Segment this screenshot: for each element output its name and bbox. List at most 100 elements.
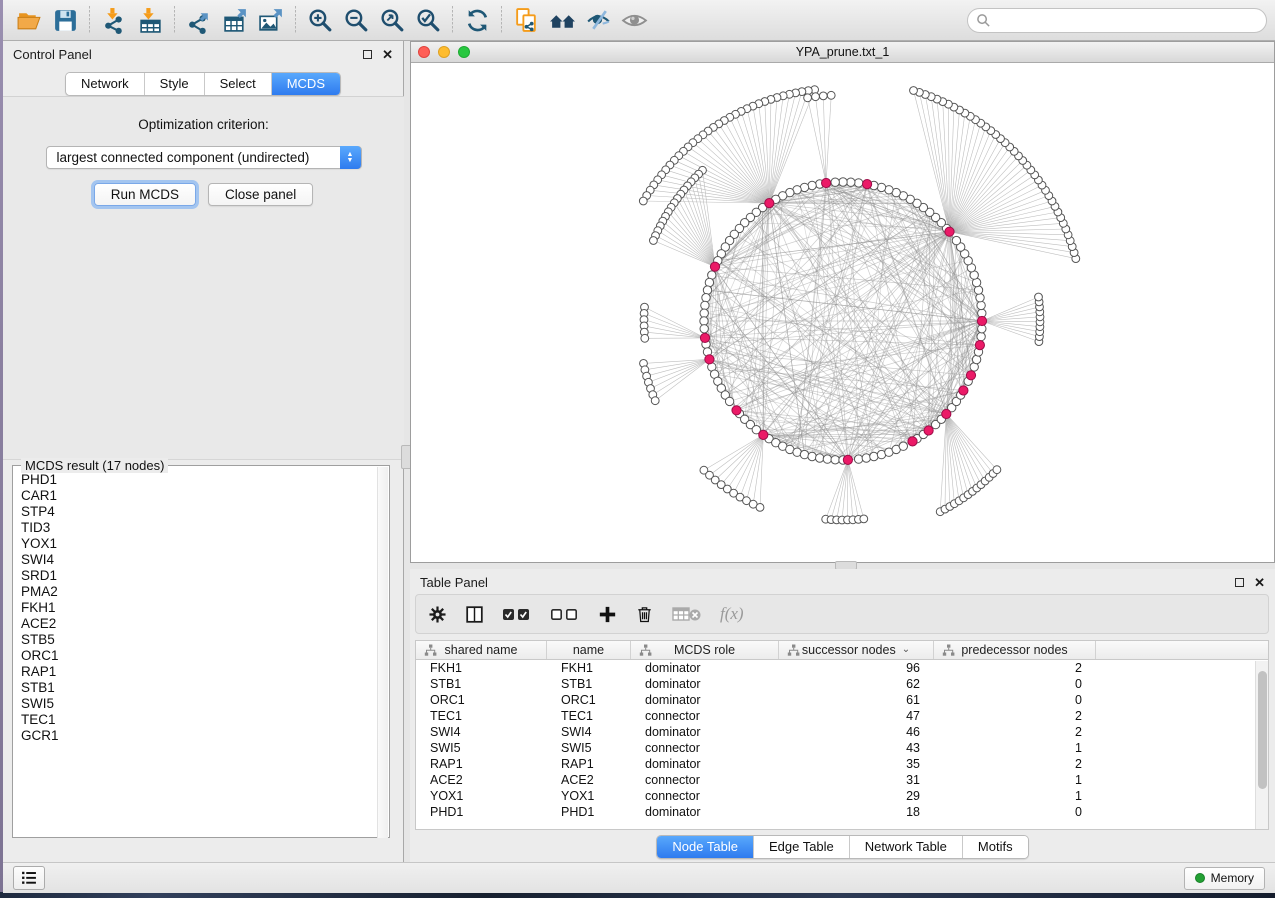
zoom-in-icon[interactable] — [302, 3, 338, 37]
mcds-list-scrollbar[interactable] — [377, 467, 388, 838]
select-all-icon[interactable] — [502, 606, 532, 622]
mcds-node[interactable] — [942, 409, 951, 418]
table-row[interactable]: SWI5SWI5connector431 — [416, 740, 1268, 756]
network-node[interactable] — [816, 454, 824, 462]
network-node[interactable] — [831, 178, 839, 186]
mcds-result-item[interactable]: GCR1 — [21, 728, 389, 744]
network-window-titlebar[interactable]: YPA_prune.txt_1 — [411, 42, 1274, 63]
network-node[interactable] — [1035, 293, 1043, 301]
column-header-predecessor-nodes[interactable]: predecessor nodes — [934, 641, 1096, 659]
network-node[interactable] — [700, 317, 708, 325]
show-column-icon[interactable] — [465, 605, 484, 624]
mcds-result-item[interactable]: CAR1 — [21, 488, 389, 504]
network-node[interactable] — [819, 92, 827, 100]
network-node[interactable] — [976, 294, 984, 302]
mcds-node[interactable] — [977, 316, 986, 325]
tab-network[interactable]: Network — [66, 73, 144, 95]
mcds-node[interactable] — [924, 426, 933, 435]
close-panel-button[interactable]: Close panel — [208, 183, 313, 206]
column-header-mcds-role[interactable]: MCDS role — [631, 641, 779, 659]
network-node[interactable] — [700, 309, 708, 317]
column-header-successor-nodes[interactable]: successor nodes⌄ — [779, 641, 934, 659]
mcds-result-item[interactable]: STB1 — [21, 680, 389, 696]
memory-button[interactable]: Memory — [1184, 867, 1265, 890]
table-row[interactable]: SWI4SWI4dominator462 — [416, 724, 1268, 740]
mcds-node[interactable] — [945, 227, 954, 236]
search-input[interactable] — [967, 8, 1267, 33]
show-panels-list-button[interactable] — [13, 866, 45, 890]
zoom-fit-icon[interactable] — [374, 3, 410, 37]
network-canvas[interactable] — [411, 63, 1274, 562]
export-image-icon[interactable] — [253, 3, 289, 37]
mcds-result-item[interactable]: ACE2 — [21, 616, 389, 632]
mcds-result-item[interactable]: TEC1 — [21, 712, 389, 728]
mcds-node[interactable] — [765, 199, 774, 208]
network-node[interactable] — [705, 278, 713, 286]
refresh-icon[interactable] — [459, 3, 495, 37]
tab-mcds[interactable]: MCDS — [271, 73, 340, 95]
network-node[interactable] — [756, 504, 764, 512]
tab-style[interactable]: Style — [144, 73, 204, 95]
mcds-node[interactable] — [843, 455, 852, 464]
network-node[interactable] — [808, 181, 816, 189]
mcds-result-item[interactable]: STB5 — [21, 632, 389, 648]
network-node[interactable] — [639, 197, 647, 205]
network-node[interactable] — [831, 456, 839, 464]
mcds-node[interactable] — [732, 406, 741, 415]
network-node[interactable] — [812, 93, 820, 101]
zoom-out-icon[interactable] — [338, 3, 374, 37]
run-mcds-button[interactable]: Run MCDS — [94, 183, 196, 206]
hide-selected-icon[interactable] — [580, 3, 616, 37]
mcds-result-item[interactable]: YOX1 — [21, 536, 389, 552]
mcds-node[interactable] — [863, 180, 872, 189]
network-node[interactable] — [823, 455, 831, 463]
mcds-result-item[interactable]: SWI5 — [21, 696, 389, 712]
mcds-node[interactable] — [908, 437, 917, 446]
network-node[interactable] — [847, 178, 855, 186]
mcds-result-item[interactable]: SWI4 — [21, 552, 389, 568]
network-node[interactable] — [877, 183, 885, 191]
network-node[interactable] — [700, 325, 708, 333]
mcds-node[interactable] — [759, 430, 768, 439]
mcds-node[interactable] — [710, 262, 719, 271]
table-row[interactable]: RAP1RAP1dominator352 — [416, 756, 1268, 772]
table-scrollbar-thumb[interactable] — [1258, 671, 1267, 789]
network-node[interactable] — [808, 452, 816, 460]
table-row[interactable]: FKH1FKH1dominator962 — [416, 660, 1268, 676]
mcds-result-item[interactable]: SRD1 — [21, 568, 389, 584]
network-node[interactable] — [800, 450, 808, 458]
network-node[interactable] — [701, 301, 709, 309]
table-row[interactable]: ORC1ORC1dominator610 — [416, 692, 1268, 708]
maximize-window-icon[interactable] — [458, 46, 470, 58]
close-window-icon[interactable] — [418, 46, 430, 58]
export-table-icon[interactable] — [217, 3, 253, 37]
table-tab-node-table[interactable]: Node Table — [657, 836, 753, 858]
table-tab-network-table[interactable]: Network Table — [849, 836, 962, 858]
network-node[interactable] — [703, 286, 711, 294]
open-file-icon[interactable] — [11, 3, 47, 37]
mcds-node[interactable] — [822, 178, 831, 187]
mcds-result-item[interactable]: RAP1 — [21, 664, 389, 680]
network-node[interactable] — [651, 397, 659, 405]
add-column-icon[interactable] — [598, 605, 617, 624]
table-tab-edge-table[interactable]: Edge Table — [753, 836, 849, 858]
column-header-name[interactable]: name — [547, 641, 631, 659]
network-node[interactable] — [974, 286, 982, 294]
table-tab-motifs[interactable]: Motifs — [962, 836, 1028, 858]
zoom-selected-icon[interactable] — [410, 3, 446, 37]
network-node[interactable] — [650, 237, 658, 245]
network-node[interactable] — [702, 294, 710, 302]
show-all-icon[interactable] — [616, 3, 652, 37]
mcds-result-item[interactable]: STP4 — [21, 504, 389, 520]
network-node[interactable] — [839, 178, 847, 186]
network-node[interactable] — [993, 466, 1001, 474]
column-header-shared-name[interactable]: shared name — [416, 641, 547, 659]
import-table-icon[interactable] — [132, 3, 168, 37]
save-icon[interactable] — [47, 3, 83, 37]
first-neighbors-icon[interactable] — [544, 3, 580, 37]
network-node[interactable] — [860, 515, 868, 523]
network-node[interactable] — [899, 442, 907, 450]
minimize-window-icon[interactable] — [438, 46, 450, 58]
table-row[interactable]: PHD1PHD1dominator180 — [416, 804, 1268, 820]
network-node[interactable] — [862, 454, 870, 462]
